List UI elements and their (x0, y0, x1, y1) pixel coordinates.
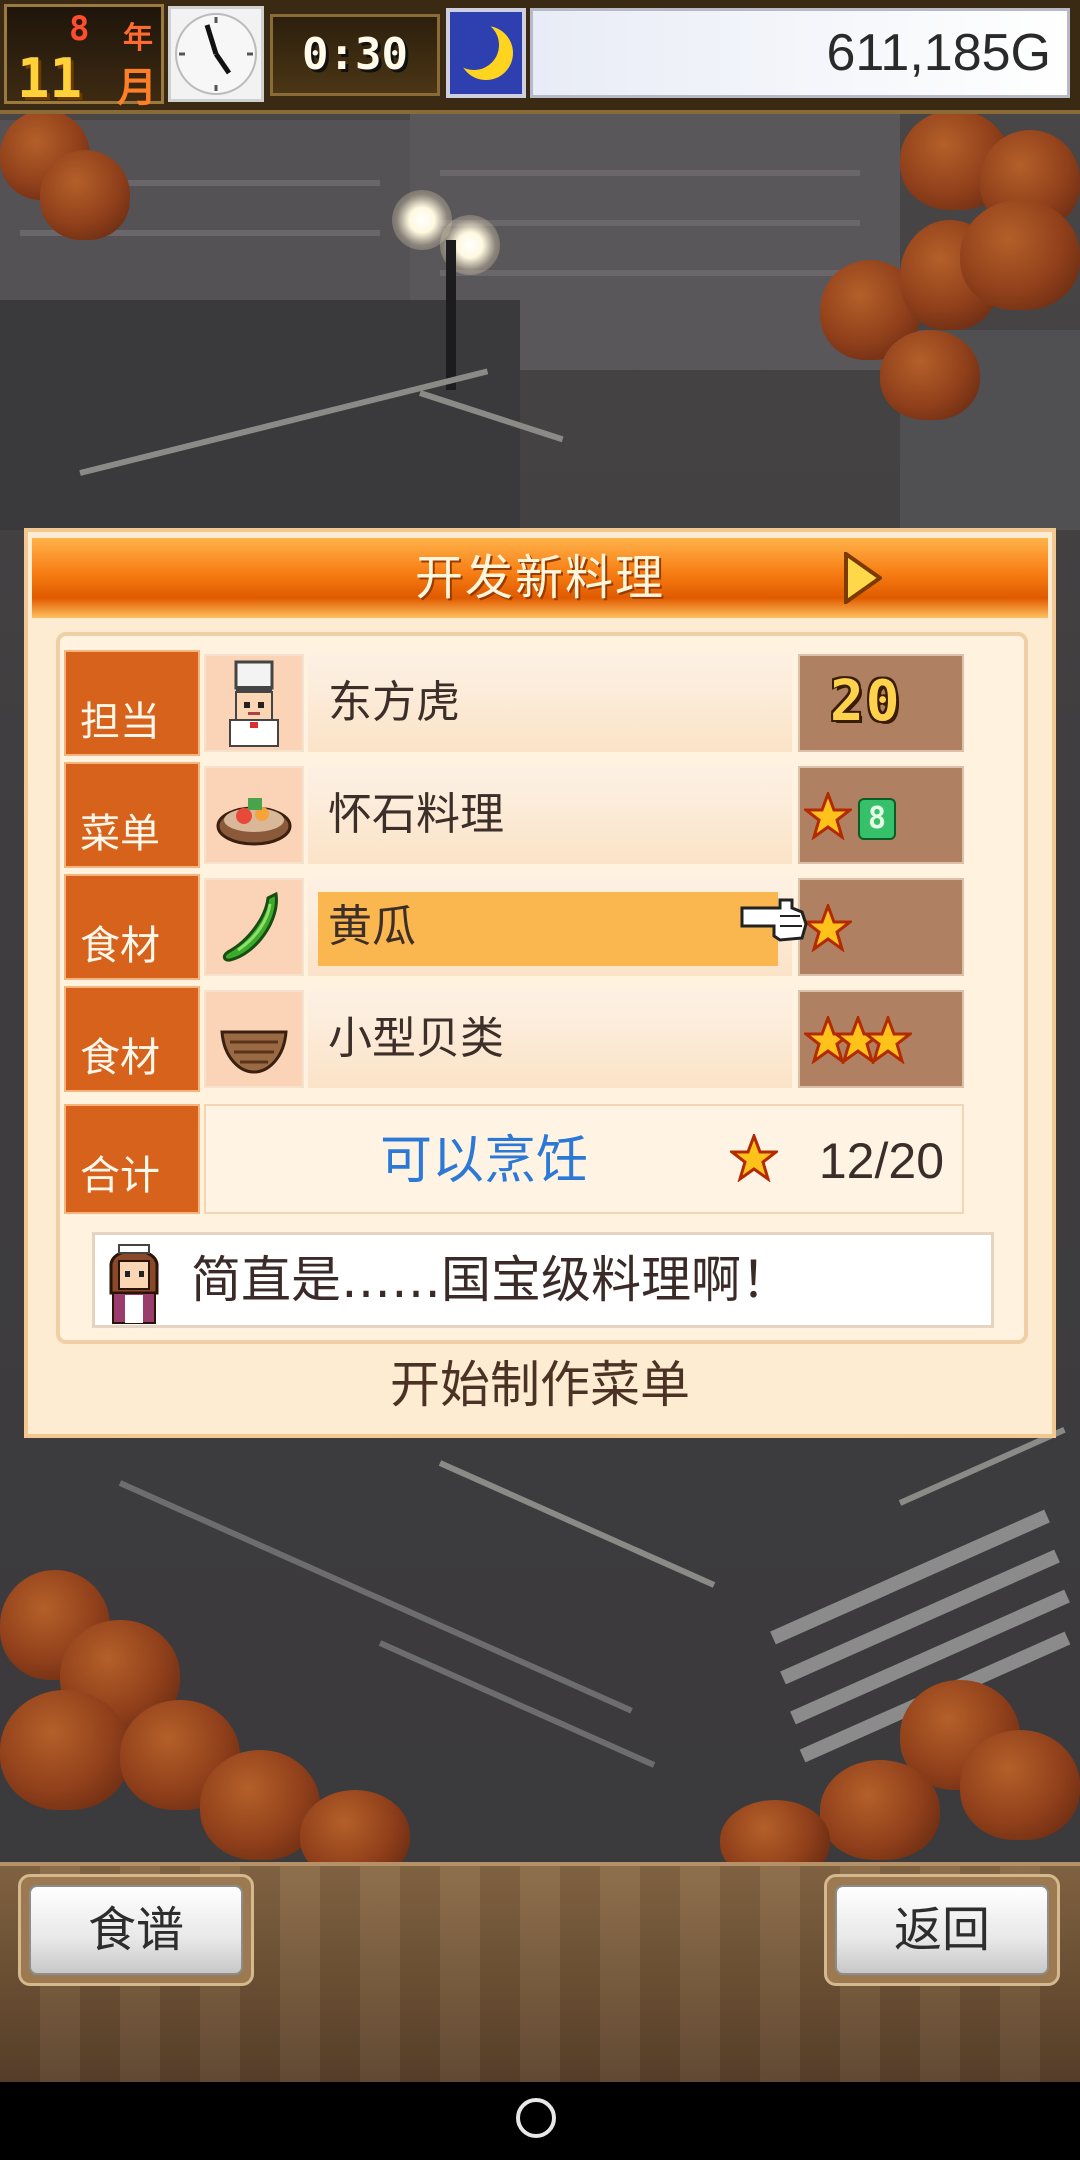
system-navigation-bar (0, 2082, 1080, 2160)
staff-comment: 简直是……国宝级料理啊！ (92, 1232, 994, 1328)
top-status-bar: 8 年 11 月 0:30 611,185G (0, 0, 1080, 114)
ingredient-name: 小型贝类 (328, 1013, 504, 1064)
shellfish-icon (204, 990, 304, 1088)
row-ingredient-2[interactable]: 食材 小型贝类 (64, 986, 964, 1092)
clock-icon (168, 6, 264, 102)
row-total: 合计 可以烹饪 12/20 (64, 1104, 964, 1214)
chef-name: 东方虎 (328, 677, 460, 728)
dialog-header: 开发新料理 (32, 538, 1048, 618)
money-display: 611,185G (530, 8, 1070, 98)
ingredient-rank-box (798, 878, 964, 976)
row-menu[interactable]: 菜单 怀石料理 8 (64, 762, 964, 868)
money-amount: 611,185G (826, 24, 1051, 82)
year-unit: 年 (123, 21, 153, 56)
row-label: 食材 (64, 986, 200, 1092)
recipe-button-label: 食谱 (29, 1885, 243, 1975)
back-button[interactable]: 返回 (824, 1874, 1060, 1986)
menu-name: 怀石料理 (328, 789, 504, 840)
chef-level-box: 20 (798, 654, 964, 752)
autumn-tree (40, 150, 130, 240)
cook-status: 可以烹饪 (380, 1131, 589, 1191)
moon-icon (446, 8, 526, 98)
row-label: 合计 (64, 1104, 200, 1214)
dialog-title: 开发新料理 (414, 550, 665, 606)
pointing-hand-icon (740, 894, 812, 946)
star-icon (804, 792, 852, 840)
chef-level-badge: 20 (830, 669, 902, 734)
row-label: 食材 (64, 874, 200, 980)
month-number: 11 (17, 47, 83, 110)
bottom-action-bar: 食谱 返回 (0, 1862, 1080, 2086)
comment-text: 简直是……国宝级料理啊！ (191, 1251, 791, 1309)
ingredient-name: 黄瓜 (328, 901, 416, 952)
chef-icon (204, 654, 304, 752)
star-icon (730, 1134, 778, 1182)
recipe-button[interactable]: 食谱 (18, 1874, 254, 1986)
star-icon (864, 1016, 912, 1064)
cucumber-icon (204, 878, 304, 976)
row-chef[interactable]: 担当 东方虎 20 (64, 650, 964, 756)
waitress-avatar (99, 1237, 169, 1325)
date-display: 8 年 11 月 (4, 4, 164, 111)
home-circle-icon[interactable] (516, 2098, 556, 2138)
menu-level-chip: 8 (858, 798, 896, 840)
next-arrow-icon[interactable] (842, 550, 884, 606)
month-unit: 月 (117, 65, 157, 111)
row-value: 东方虎 (308, 654, 792, 752)
row-ingredient-1[interactable]: 食材 黄瓜 (64, 874, 964, 980)
kaiseki-dish-icon (204, 766, 304, 864)
row-label: 菜单 (64, 762, 200, 868)
back-button-label: 返回 (835, 1885, 1049, 1975)
autumn-tree (820, 1760, 940, 1860)
building-roof (0, 300, 520, 530)
building-windows (440, 270, 860, 276)
fence-rail (438, 1460, 716, 1588)
row-value: 小型贝类 (308, 990, 792, 1088)
time-text: 0:30 (302, 29, 408, 80)
start-making-menu-button[interactable]: 开始制作菜单 (28, 1350, 1052, 1420)
row-value-selected[interactable]: 黄瓜 (308, 878, 792, 976)
street-lamp-post (446, 240, 456, 390)
year-number: 8 (69, 9, 90, 49)
ingredient-rank-box (798, 990, 964, 1088)
building-windows (440, 220, 860, 226)
total-box: 可以烹饪 12/20 (204, 1104, 964, 1214)
fence-rail (898, 1427, 1066, 1506)
time-display: 0:30 (270, 14, 440, 96)
develop-new-dish-dialog: 开发新料理 担当 东方虎 20 菜单 怀石料理 8 食材 黄瓜 食材 小型贝类 … (24, 528, 1056, 1438)
autumn-tree (0, 1690, 130, 1810)
menu-rank-box: 8 (798, 766, 964, 864)
total-score: 12/20 (818, 1133, 944, 1189)
autumn-tree (880, 330, 980, 420)
building-windows (440, 170, 860, 176)
autumn-tree (960, 200, 1080, 310)
row-value: 怀石料理 (308, 766, 792, 864)
row-label: 担当 (64, 650, 200, 756)
autumn-tree (960, 1730, 1080, 1840)
